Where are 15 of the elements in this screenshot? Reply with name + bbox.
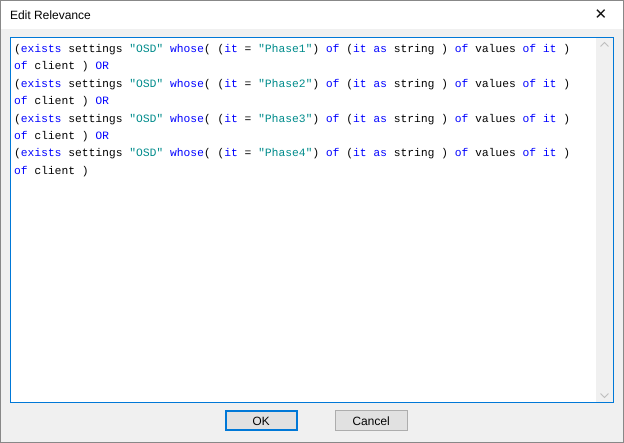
code-line: (exists settings "OSD" whose( (it = "Phase4") of (it as string ) of values of it ): [14, 146, 571, 162]
window-title: Edit Relevance: [10, 7, 91, 24]
code-line: (exists settings "OSD" whose( (it = "Phase1") of (it as string ) of values of it ): [14, 42, 571, 58]
scroll-down-icon[interactable]: [600, 393, 609, 399]
code-line: (exists settings "OSD" whose( (it = "Phase3") of (it as string ) of values of it ): [14, 112, 571, 128]
ok-button[interactable]: OK: [224, 410, 298, 431]
code-line: (exists settings "OSD" whose( (it = "Phase2") of (it as string ) of values of it ): [14, 78, 571, 93]
scroll-up-icon[interactable]: [600, 41, 609, 47]
code-line: of client ): [14, 164, 90, 180]
code-line: of client ) OR: [14, 130, 110, 146]
code-editor[interactable]: [10, 37, 614, 403]
cancel-button[interactable]: Cancel: [334, 410, 408, 431]
code-line: of client ) OR: [14, 94, 110, 110]
scrollbar[interactable]: [596, 38, 613, 402]
code-line: of client ) OR: [14, 60, 110, 76]
